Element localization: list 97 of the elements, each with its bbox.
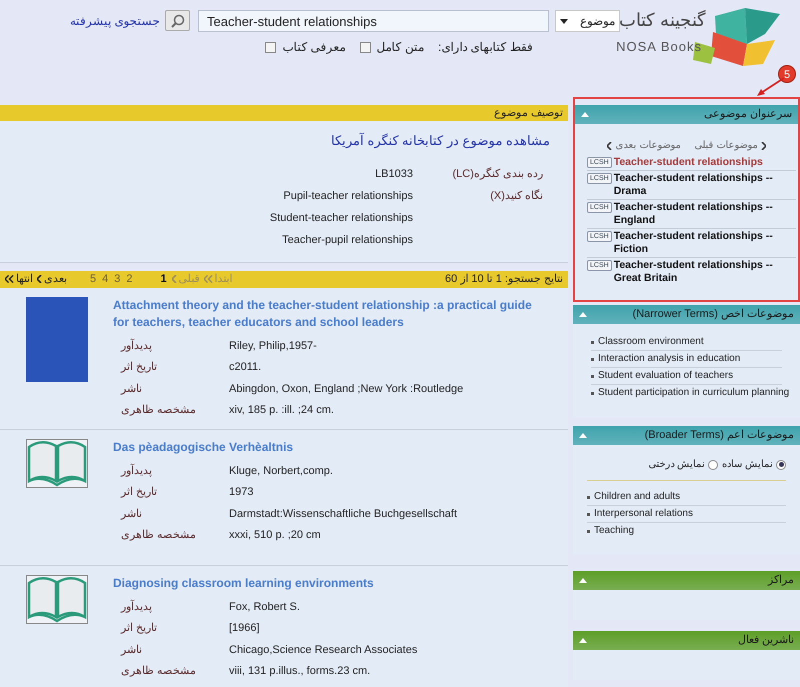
bullet-icon <box>587 512 590 516</box>
pager-link[interactable]: بعدی <box>37 270 67 288</box>
subject-term-link[interactable]: Interaction analysis in education <box>598 352 740 366</box>
bullet-icon <box>587 496 590 498</box>
field-label: مشخصه ظاهری <box>121 528 198 543</box>
field-label: مشخصه ظاهری <box>121 664 198 679</box>
bullet-icon <box>591 392 594 394</box>
caret-icon <box>560 18 568 24</box>
checkbox[interactable] <box>360 42 371 52</box>
chevron-icon <box>37 275 42 283</box>
subject-term-link[interactable]: Student participation in curriculum planning <box>598 386 790 400</box>
field-label: مشخصه ظاهری <box>121 403 198 418</box>
field-label: تاریخ اثر <box>121 621 158 636</box>
subject-heading-link[interactable]: Teacher-student relationships -- Drama <box>614 172 796 198</box>
subject-term-link[interactable]: Children and adults <box>594 490 680 504</box>
annotation-badge: 5 <box>778 65 796 83</box>
page-link[interactable]: 2 <box>125 270 134 288</box>
radio-button[interactable] <box>708 460 718 470</box>
collapse-triangle-icon <box>579 578 587 583</box>
field-value: LB1033 <box>374 166 413 182</box>
panel-header[interactable]: موضوعات اخص (Narrower Terms) <box>573 305 800 324</box>
filter-label: فقط کتابهای دارای: <box>438 39 533 56</box>
subject-term-link[interactable]: Classroom environment <box>598 335 704 349</box>
field-label: نگاه کنید(X) <box>489 188 543 204</box>
field-value: xxxi, 510 p. ;20 cm <box>229 528 322 543</box>
subject-term-link[interactable]: Student evaluation of teachers <box>598 369 734 383</box>
field-label: رده بندی کنگره(LC) <box>451 166 543 182</box>
checkbox[interactable] <box>265 42 276 52</box>
double-chevron-icon <box>5 275 14 283</box>
subject-heading-link[interactable]: Teacher-student relationships -- Fiction <box>614 230 796 256</box>
subject-heading-link[interactable]: Teacher-student relationships -- England <box>614 201 796 227</box>
subject-heading-link[interactable]: Teacher-student relationships -- Great Britain <box>614 259 796 285</box>
field-value: viii, 131 p.illus., forms.23 cm. <box>229 664 372 679</box>
logo-title: گنجینه کتاب <box>618 9 706 32</box>
advanced-search-link[interactable]: جستجوی پیشرفته <box>70 12 160 30</box>
panel-header[interactable]: موضوعات اعم (Broader Terms) <box>573 426 800 445</box>
field-value: [1966] <box>229 621 261 636</box>
field-value: Kluge, Norbert,comp. <box>229 464 334 478</box>
field-value: Riley, Philip,1957- <box>229 338 318 354</box>
search-field[interactable]: Teacher-student relationships <box>198 10 549 32</box>
page-link[interactable]: 3 <box>113 270 122 288</box>
field-label: تاریخ اثر <box>121 360 158 375</box>
chevron-icon <box>172 275 177 283</box>
congress-link[interactable]: مشاهده موضوع در کتابخانه کنگره آمریکا <box>330 131 550 150</box>
radio-button[interactable] <box>776 460 786 470</box>
section-header: توصیف موضوع <box>0 105 568 121</box>
field-label: تاریخ اثر <box>121 485 158 500</box>
subject-heading-link[interactable]: Teacher-student relationships <box>614 156 763 169</box>
checkbox-label: معرفی کتاب <box>282 39 346 56</box>
bullet-icon <box>591 358 594 360</box>
annotation-arrow <box>756 77 786 97</box>
search-button[interactable] <box>165 10 190 31</box>
bullet-icon <box>591 340 594 344</box>
previous-subjects-link[interactable]: موضوعات قبلی <box>694 138 766 153</box>
search-icon <box>170 14 184 28</box>
bullet-icon <box>587 530 590 532</box>
panel-header[interactable]: ناشرین فعال <box>573 631 800 650</box>
field-value: Darmstadt:Wissenschaftliche Buchgesellschaft <box>229 506 458 522</box>
panel-header[interactable]: سرعنوان موضوعی <box>575 105 798 124</box>
field-label: ناشر <box>121 382 143 397</box>
double-chevron-icon <box>204 275 213 283</box>
radio-label: نمایش ساده <box>722 458 773 472</box>
panel-header[interactable]: مراکز <box>573 571 800 590</box>
subject-term-link[interactable]: Interpersonal relations <box>594 507 693 521</box>
field-value: 1973 <box>229 485 254 500</box>
collapse-triangle-icon <box>579 433 587 438</box>
page-link[interactable]: 1 <box>160 270 168 288</box>
chevron-icon <box>761 142 766 150</box>
field-value: c2011. <box>229 360 262 375</box>
field-value: Teacher-pupil relationships <box>281 232 413 248</box>
field-value: Abingdon, Oxon, England ;New York :Routledge <box>229 382 464 396</box>
field-value: Fox, Robert S. <box>229 600 301 614</box>
field-label: ناشر <box>121 506 143 522</box>
results-summary: نتایج جستجو: 1 تا 10 از 60 <box>444 272 563 287</box>
search-type-dropdown[interactable]: موضوع <box>555 10 620 32</box>
open-book-icon <box>26 438 88 488</box>
subject-term-link[interactable]: Teaching <box>594 524 634 538</box>
collapse-triangle-icon <box>579 638 587 643</box>
bullet-icon <box>591 374 594 378</box>
field-value: Pupil-teacher relationships <box>282 188 413 204</box>
field-label: ناشر <box>121 642 143 658</box>
field-label: پدیدآور <box>121 598 153 615</box>
field-value: Student-teacher relationships <box>270 210 413 226</box>
pager-link[interactable]: انتها <box>5 270 33 288</box>
page-link[interactable]: 5 <box>89 270 98 288</box>
field-label: پدیدآور <box>121 338 153 354</box>
next-subjects-link[interactable]: موضوعات بعدی <box>606 138 680 153</box>
checkbox-label: متن کامل <box>376 39 424 56</box>
collapse-triangle-icon <box>579 312 587 317</box>
radio-label: نمایش درختی <box>648 458 706 472</box>
open-book-icon <box>26 574 88 624</box>
field-value: xiv, 185 p. :ill. ;24 cm. <box>229 403 335 418</box>
chevron-icon <box>606 142 612 150</box>
page-link[interactable]: 4 <box>101 270 110 288</box>
field-label: پدیدآور <box>121 462 153 479</box>
field-value: Chicago,Science Research Associates <box>229 642 418 658</box>
collapse-triangle-icon <box>581 112 589 117</box>
